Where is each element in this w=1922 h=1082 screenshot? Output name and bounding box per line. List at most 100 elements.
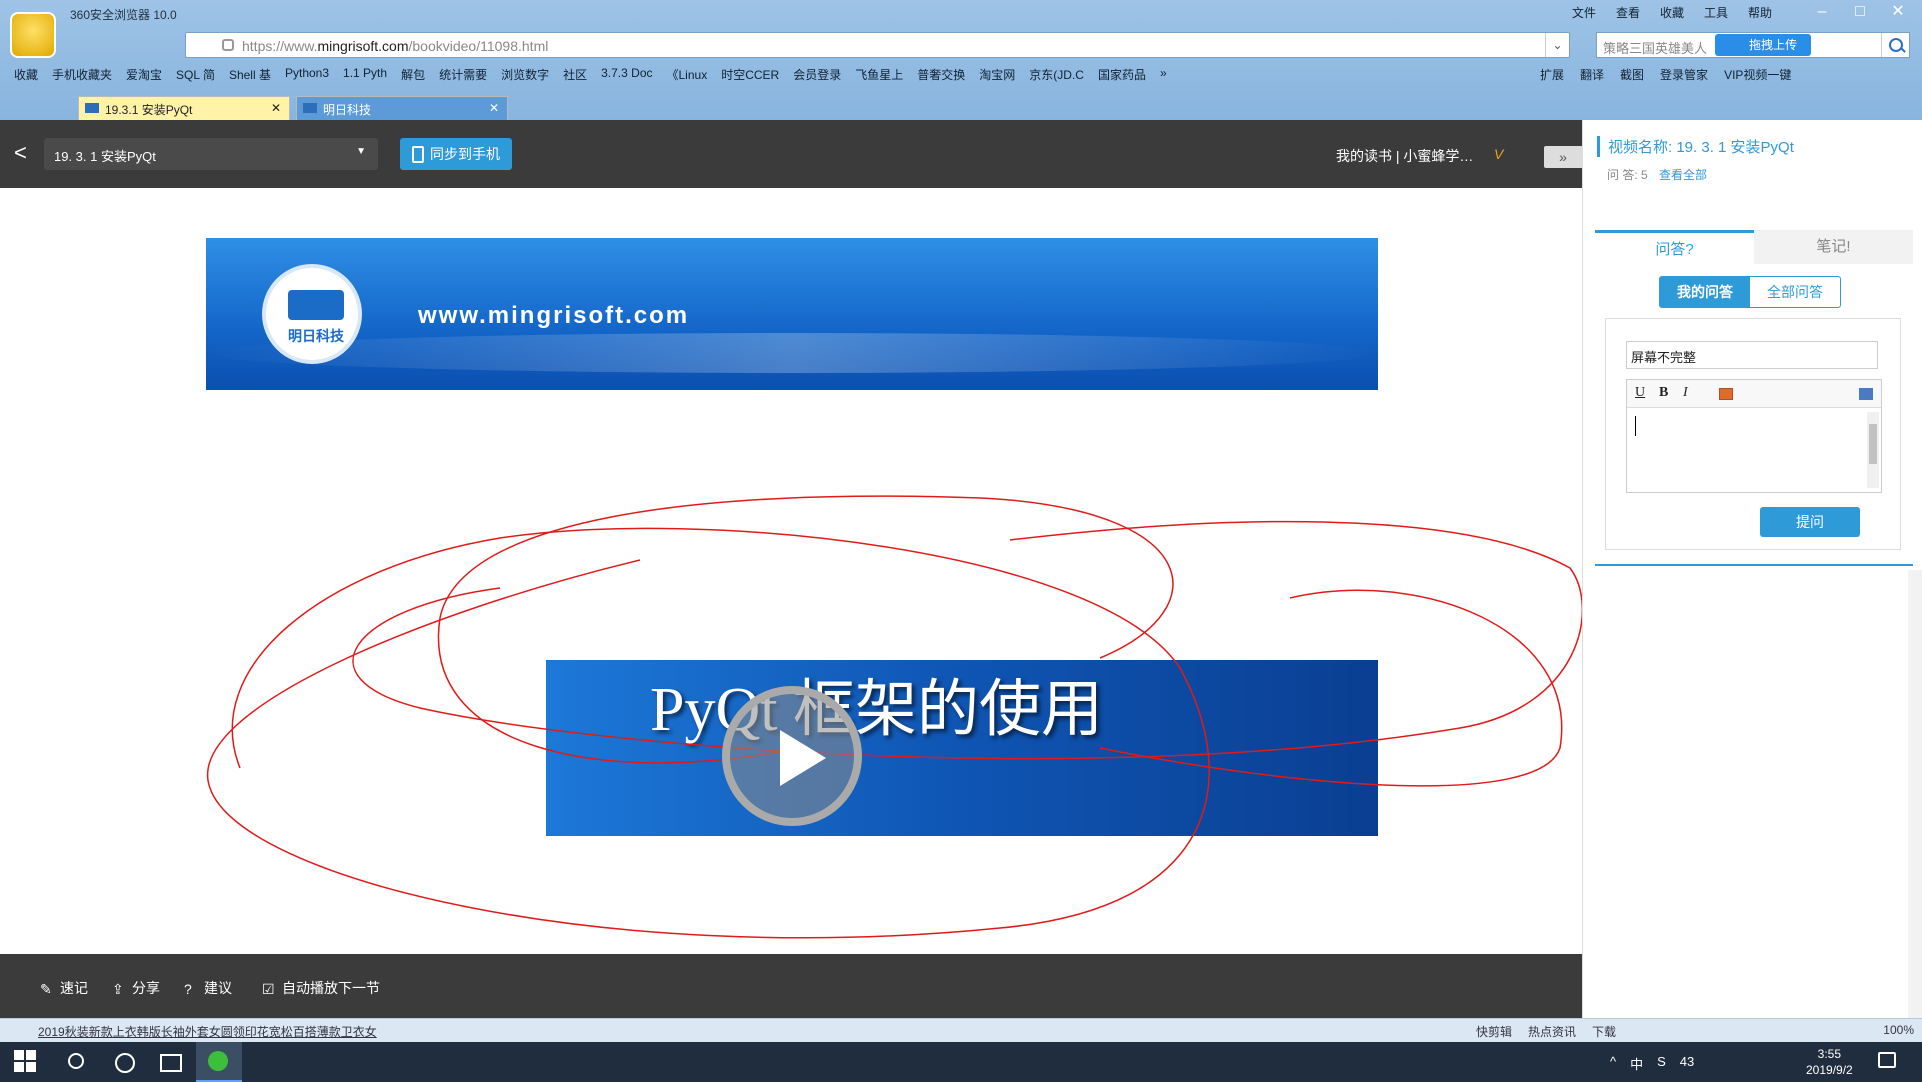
address-bar[interactable]: https://www.mingrisoft.com/bookvideo/110… (185, 32, 1570, 58)
notification-icon[interactable] (1878, 1052, 1896, 1068)
vip-video-button[interactable]: VIP视频一键 (1724, 66, 1791, 83)
video-name: 视频名称: 19. 3. 1 安装PyQt (1597, 136, 1794, 157)
windows-start-icon[interactable] (14, 1050, 38, 1074)
bookmark-item[interactable]: 3.7.3 Doc (601, 66, 652, 84)
player-header: < 19. 3. 1 安装PyQt ▼ 同步到手机 我的读书 | 小蜜蜂学… V… (0, 120, 1582, 188)
bookmark-item[interactable]: 解包 (401, 66, 425, 84)
bookmark-item[interactable]: 淘宝网 (979, 66, 1015, 84)
menu-file[interactable]: 文件 (1572, 4, 1596, 21)
upload-button[interactable]: 拖拽上传 (1715, 34, 1811, 56)
extensions-button[interactable]: 扩展 (1540, 66, 1564, 83)
lesson-select-value: 19. 3. 1 安装PyQt (54, 149, 156, 164)
lesson-select[interactable]: 19. 3. 1 安装PyQt ▼ (44, 138, 378, 170)
mingri-mark-icon (288, 290, 344, 320)
sogou-icon[interactable]: S (1657, 1054, 1666, 1073)
note-button[interactable]: ✎ 速记 (40, 978, 88, 998)
bookmark-item[interactable]: 《Linux (667, 66, 708, 84)
all-qa-button[interactable]: 全部问答 (1750, 277, 1840, 307)
qa-filter: 我的问答 全部问答 (1659, 276, 1841, 308)
bookmark-item[interactable]: 京东(JD.C (1029, 66, 1084, 84)
bookmark-item[interactable]: 收藏 (14, 66, 38, 84)
menu-help[interactable]: 帮助 (1748, 4, 1772, 21)
tab-install-pyqt[interactable]: 19.3.1 安装PyQt ✕ (78, 96, 290, 120)
bookmark-item[interactable]: Shell 基 (229, 66, 271, 84)
editor-scrollbar[interactable] (1867, 412, 1879, 488)
quick-edit-button[interactable]: 快剪辑 (1476, 1023, 1512, 1040)
italic-button[interactable]: I (1683, 385, 1688, 401)
search-icon[interactable] (1881, 33, 1909, 57)
bookmark-item[interactable]: 国家药品 (1098, 66, 1146, 84)
bold-button[interactable]: B (1659, 385, 1668, 401)
ime-indicator[interactable]: 中 (1630, 1054, 1643, 1073)
zoom-level[interactable]: 100% (1883, 1023, 1914, 1037)
share-button[interactable]: ⇪ 分享 (112, 978, 160, 998)
download-button[interactable]: 下载 (1592, 1023, 1616, 1040)
source-view-icon[interactable] (1859, 388, 1873, 400)
bookmark-item[interactable]: 普奢交换 (917, 66, 965, 84)
question-title-input[interactable]: 屏幕不完整 (1626, 341, 1878, 369)
browser-360-icon[interactable] (196, 1042, 242, 1082)
tab-qa[interactable]: 问答? (1595, 230, 1754, 264)
hot-news-button[interactable]: 热点资讯 (1528, 1023, 1576, 1040)
insert-image-icon[interactable] (1719, 388, 1733, 400)
my-qa-button[interactable]: 我的问答 (1660, 277, 1750, 307)
tab-close-icon[interactable]: ✕ (489, 101, 499, 115)
sync-to-phone-button[interactable]: 同步到手机 (400, 138, 512, 170)
close-icon[interactable]: ✕ (1882, 0, 1914, 24)
mingri-favicon-icon (303, 103, 317, 113)
sync-label: 同步到手机 (430, 146, 500, 162)
toolbar-extensions: 扩展 翻译 截图 登录管家 VIP视频一键 (1540, 66, 1791, 83)
view-all-link[interactable]: 查看全部 (1659, 168, 1707, 182)
cortana-icon[interactable] (112, 1050, 136, 1074)
bookmark-item[interactable]: 时空CCER (721, 66, 779, 84)
user-link[interactable]: 小蜜蜂学… (1403, 148, 1473, 164)
tab-close-icon[interactable]: ✕ (271, 101, 281, 115)
menu-favorites[interactable]: 收藏 (1660, 4, 1684, 21)
bookmark-item[interactable]: 手机收藏夹 (52, 66, 112, 84)
autoplay-checkbox[interactable]: ☑ 自动播放下一节 (262, 978, 380, 998)
windows-taskbar: ^ 中 S 43 3:55 2019/9/2 (0, 1042, 1922, 1082)
bookmark-item[interactable]: 1.1 Pyth (343, 66, 387, 84)
tray-expand-icon[interactable]: ^ (1610, 1054, 1616, 1073)
play-button[interactable] (722, 686, 862, 826)
my-books-link[interactable]: 我的读书 (1336, 148, 1392, 164)
menu-tools[interactable]: 工具 (1704, 4, 1728, 21)
tab-mingri[interactable]: 明日科技 ✕ (296, 96, 508, 120)
search-box[interactable]: 策略三国英雄美人 拖拽上传 (1596, 32, 1910, 58)
bookmark-item[interactable]: 统计需要 (439, 66, 487, 84)
lock-icon (222, 39, 234, 51)
browser-logo-icon[interactable] (10, 12, 56, 58)
collapse-sidebar-button[interactable]: » (1544, 146, 1582, 168)
system-clock[interactable]: 3:55 2019/9/2 (1806, 1046, 1853, 1078)
bookmark-item[interactable]: Python3 (285, 66, 329, 84)
video-player[interactable]: 明日科技 www.mingrisoft.com PyQt 框架的使用 (0, 188, 1582, 954)
back-icon[interactable]: < (14, 140, 27, 166)
bookmarks-more[interactable]: » (1160, 66, 1167, 84)
chevron-down-icon[interactable]: ⌄ (1545, 33, 1569, 57)
search-icon[interactable] (64, 1050, 88, 1074)
underline-button[interactable]: U (1635, 385, 1645, 401)
bookmark-item[interactable]: 飞鱼星上 (855, 66, 903, 84)
bookmark-item[interactable]: 浏览数字 (501, 66, 549, 84)
bookmark-item[interactable]: 会员登录 (793, 66, 841, 84)
pencil-icon: ✎ (40, 981, 52, 997)
screenshot-button[interactable]: 截图 (1620, 66, 1644, 83)
security-badge-icon[interactable]: 43 (1680, 1054, 1694, 1073)
ask-button[interactable]: 提问 (1760, 507, 1860, 537)
translate-button[interactable]: 翻译 (1580, 66, 1604, 83)
task-view-icon[interactable] (158, 1050, 182, 1074)
minimize-icon[interactable]: – (1806, 0, 1838, 24)
bookmark-item[interactable]: 爱淘宝 (126, 66, 162, 84)
tab-notes[interactable]: 笔记! (1754, 230, 1913, 264)
editor-toolbar: U B I (1627, 380, 1881, 408)
suggest-button[interactable]: ? 建议 (184, 978, 232, 998)
bookmark-item[interactable]: 社区 (563, 66, 587, 84)
login-manager-button[interactable]: 登录管家 (1660, 66, 1708, 83)
maximize-icon[interactable]: □ (1844, 0, 1876, 24)
question-body-textarea[interactable] (1627, 408, 1881, 492)
sidebar-scrollbar[interactable] (1908, 570, 1922, 1018)
news-ticker-link[interactable]: 2019秋装新款上衣韩版长袖外套女圆领印花宽松百搭薄款卫衣女 (38, 1023, 377, 1040)
menu-view[interactable]: 查看 (1616, 4, 1640, 21)
bookmark-item[interactable]: SQL 简 (176, 66, 215, 84)
search-input[interactable]: 策略三国英雄美人 (1603, 38, 1707, 57)
